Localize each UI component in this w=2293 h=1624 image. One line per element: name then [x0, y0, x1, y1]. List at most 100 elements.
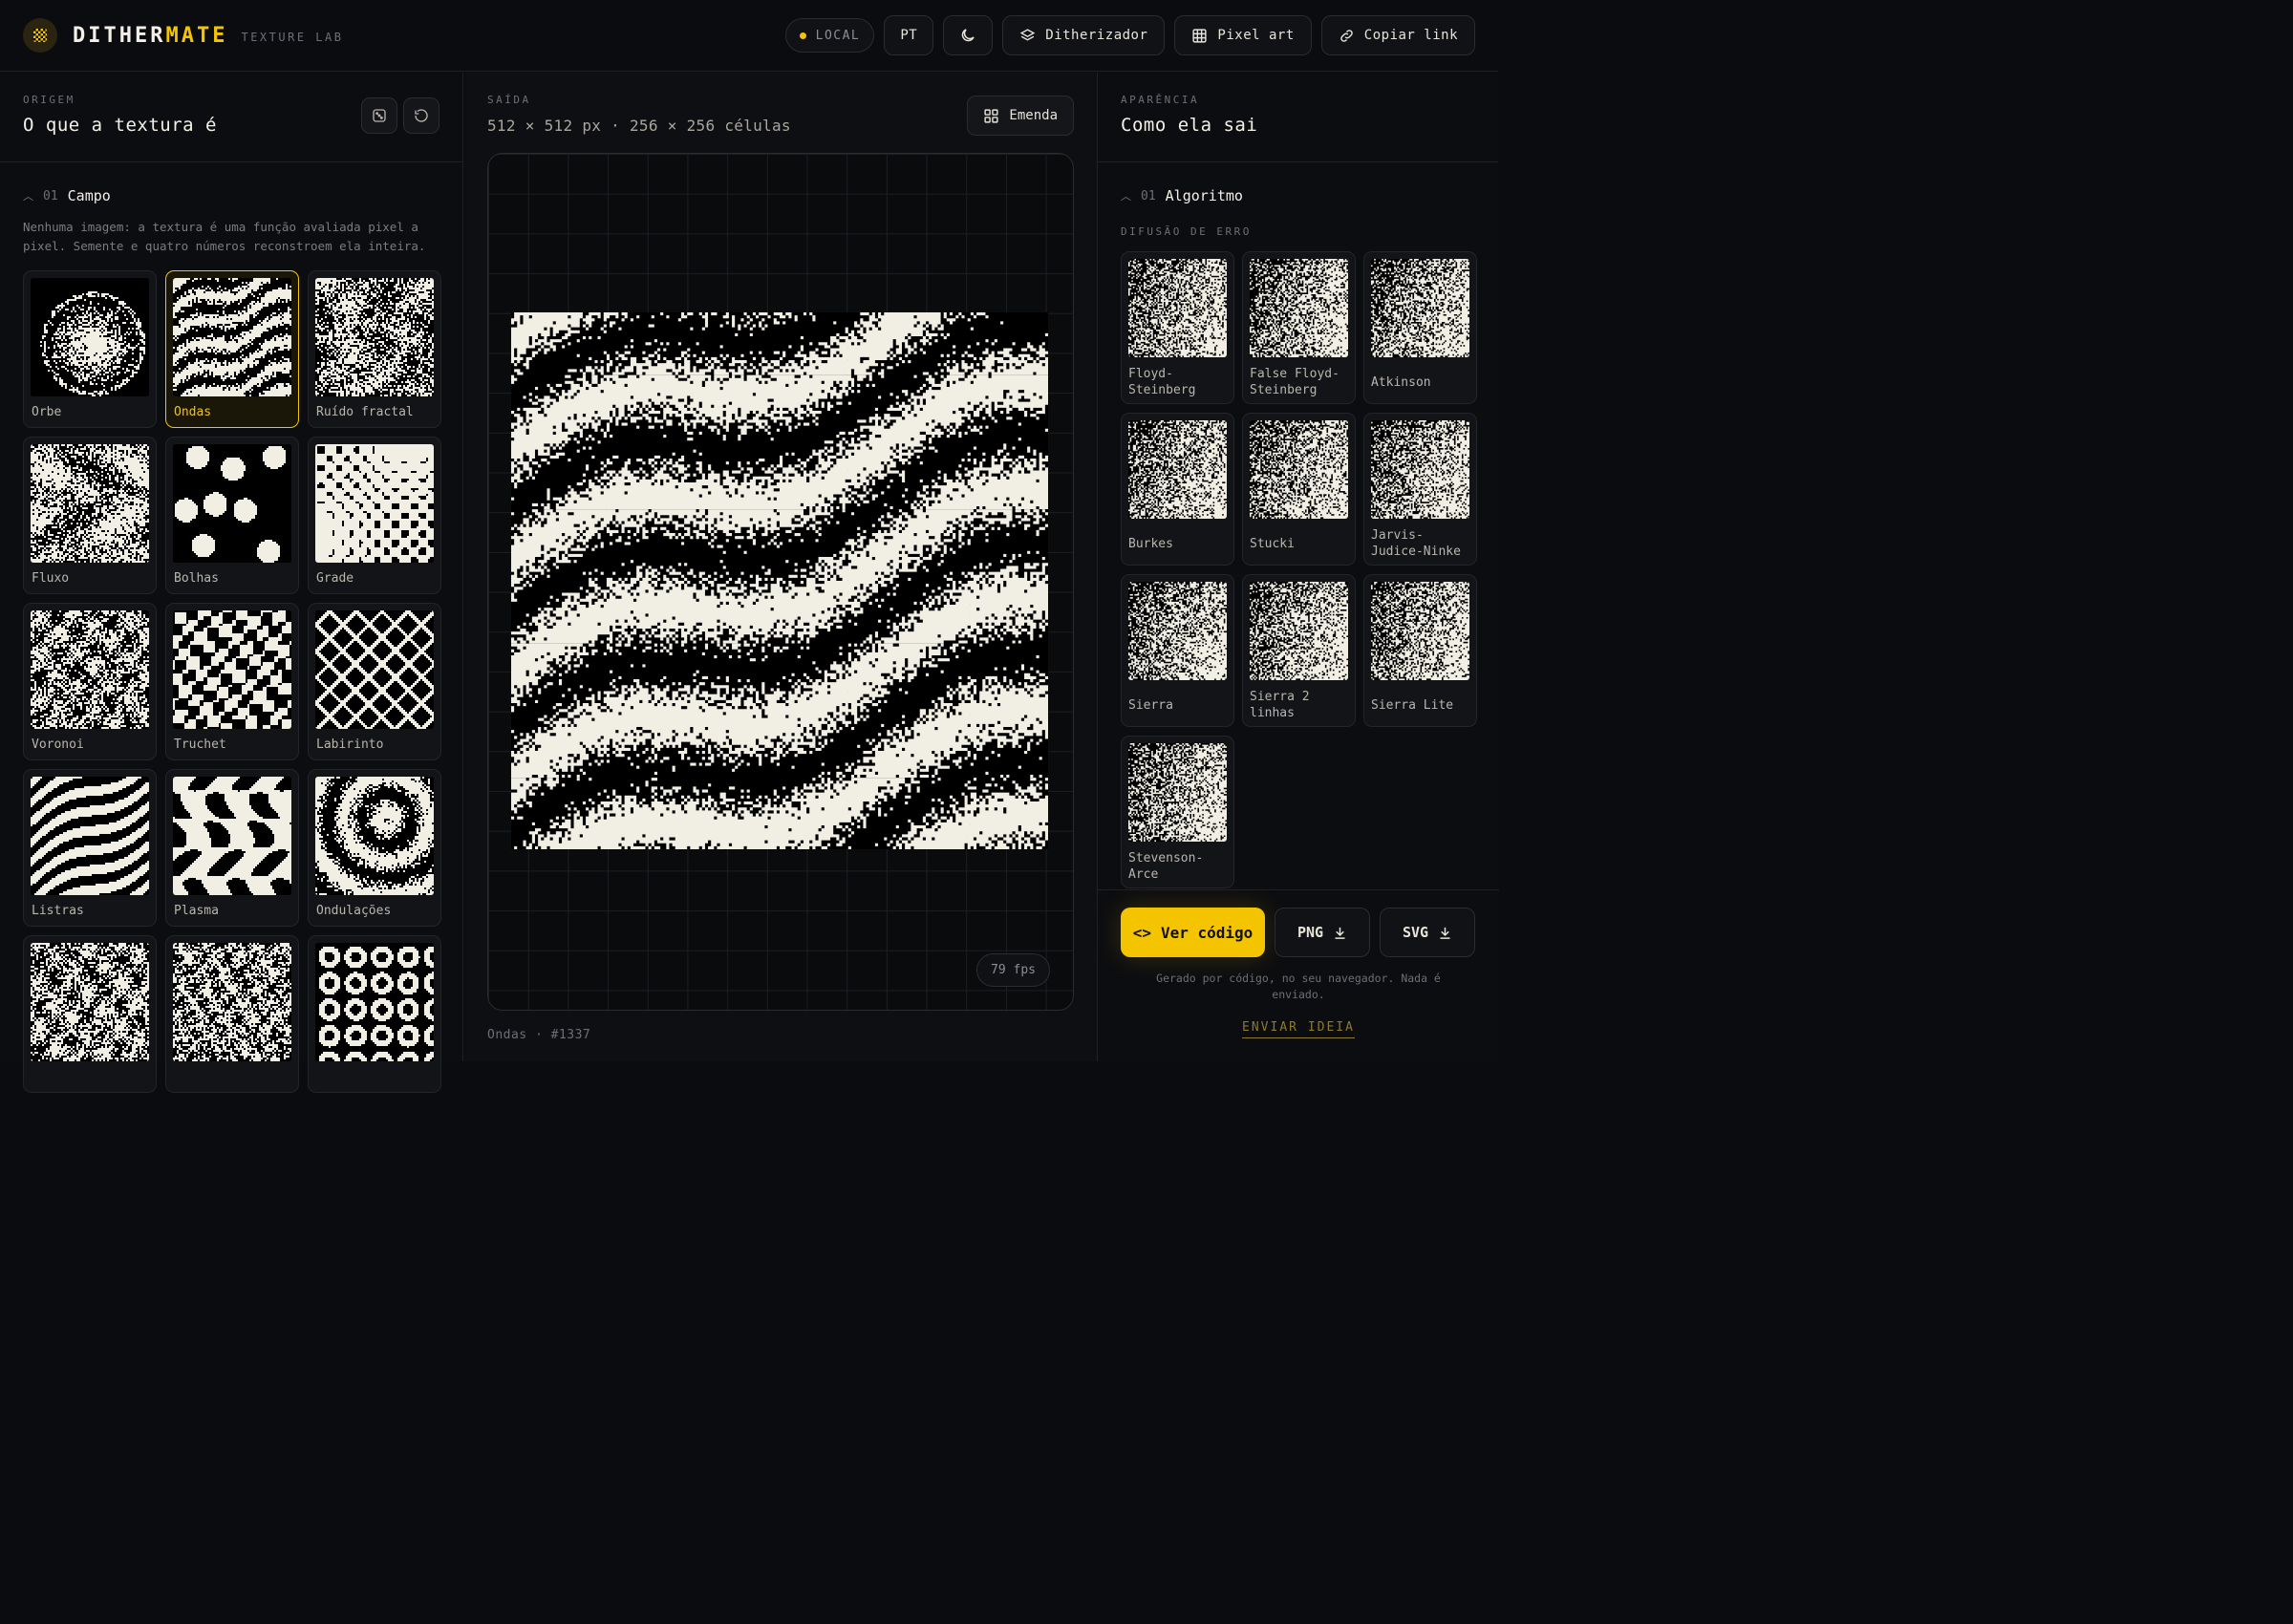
bubbles-thumbnail — [173, 444, 291, 563]
fractal-noise-thumbnail — [315, 278, 434, 396]
noise-b-thumbnail — [173, 943, 291, 1061]
texture-caption: Ondas · #1337 — [487, 1028, 591, 1042]
code-icon: <> — [1132, 923, 1151, 942]
top-bar: DITHERMATE TEXTURE LAB LOCAL PT Ditheriz… — [0, 0, 1498, 72]
field-card-label: Ruído fractal — [316, 405, 414, 419]
ripples-thumbnail — [315, 777, 434, 895]
brand-subtitle: TEXTURE LAB — [241, 31, 344, 44]
grid-icon — [1192, 28, 1208, 43]
field-card-truchet[interactable]: Truchet — [165, 603, 299, 760]
algorithm-preview — [1128, 420, 1227, 519]
link-icon — [1340, 29, 1353, 42]
status-dot-icon — [799, 32, 806, 39]
randomize-button[interactable] — [361, 97, 397, 134]
truchet-thumbnail — [173, 610, 291, 729]
field-section-toggle[interactable]: ︿ 01 Campo — [0, 162, 462, 204]
orb-thumbnail — [31, 278, 149, 396]
algorithm-preview — [1371, 420, 1469, 519]
algorithm-label: False Floyd- Steinberg — [1250, 367, 1339, 397]
field-card-label: Listras — [32, 904, 84, 918]
grid-thumbnail — [315, 444, 434, 563]
field-card-flow[interactable]: Fluxo — [23, 437, 157, 594]
algorithm-label: Floyd- Steinberg — [1128, 367, 1196, 397]
algorithm-label: Sierra 2 linhas — [1250, 690, 1310, 720]
reset-icon — [415, 109, 428, 122]
algorithm-label: Stucki — [1250, 536, 1295, 551]
status-badge: LOCAL — [784, 18, 875, 53]
field-grid: Orbe Ondas Ruído fractal Fluxo Bolhas Grade Vo… — [0, 255, 462, 1093]
dice-icon — [373, 109, 386, 122]
field-card-grid[interactable]: Grade — [308, 437, 441, 594]
download-icon — [1440, 927, 1450, 939]
language-button[interactable]: PT — [884, 15, 934, 55]
png-download-button[interactable]: PNG — [1275, 908, 1370, 957]
brand-name: DITHERMATE — [73, 23, 228, 48]
layers-icon — [1019, 28, 1036, 41]
field-card-label: Plasma — [174, 904, 219, 918]
appearance-eyebrow: APARÊNCIA — [1121, 94, 1200, 106]
ditherizer-button[interactable]: Ditherizador — [1002, 15, 1166, 55]
algorithm-card[interactable]: False Floyd- Steinberg — [1242, 251, 1356, 404]
svg-download-button[interactable]: SVG — [1380, 908, 1475, 957]
algorithm-label: Sierra — [1128, 697, 1173, 713]
waves-thumbnail — [173, 278, 291, 396]
algorithm-preview — [1250, 259, 1348, 357]
algorithm-section-toggle[interactable]: ︿ 01 Algoritmo — [1098, 162, 1498, 204]
origin-panel: ORIGEM O que a textura é ︿ 01 Campo Nenh… — [0, 73, 463, 1093]
download-icon — [1335, 927, 1345, 939]
error-diffusion-heading: DIFUSÃO DE ERRO — [1121, 225, 1252, 238]
noise-a-thumbnail — [31, 943, 149, 1061]
algorithm-preview — [1128, 259, 1227, 357]
stripes-thumbnail — [31, 777, 149, 895]
field-card-fractal-noise[interactable]: Ruído fractal — [308, 270, 441, 428]
algorithm-label: Sierra Lite — [1371, 697, 1454, 713]
algorithm-label: Stevenson- Arce — [1128, 851, 1204, 882]
algorithm-preview — [1128, 582, 1227, 680]
flow-thumbnail — [31, 444, 149, 563]
privacy-note: Gerado por código, no seu navegador. Nad… — [1156, 972, 1441, 1001]
field-card-plasma[interactable]: Plasma — [165, 769, 299, 927]
field-card-bubbles[interactable]: Bolhas — [165, 437, 299, 594]
algorithm-card[interactable]: Atkinson — [1363, 251, 1477, 404]
voronoi-thumbnail — [31, 610, 149, 729]
field-card-label: Ondas — [174, 405, 212, 419]
field-card-ripples[interactable]: Ondulações — [308, 769, 441, 927]
field-card-maze[interactable]: Labirinto — [308, 603, 441, 760]
field-card-stripes[interactable]: Listras — [23, 769, 157, 927]
copy-link-button[interactable]: Copiar link — [1320, 15, 1475, 55]
algorithm-label: Jarvis- Judice-Ninke — [1371, 528, 1461, 559]
field-card-noise-a[interactable] — [23, 935, 157, 1093]
reset-button[interactable] — [403, 97, 439, 134]
algorithm-card[interactable]: Sierra Lite — [1363, 574, 1477, 727]
rings-thumbnail — [315, 943, 434, 1061]
send-idea-link[interactable]: ENVIAR IDEIA — [1098, 1020, 1499, 1038]
algorithm-card[interactable]: Floyd- Steinberg — [1121, 251, 1234, 404]
field-card-voronoi[interactable]: Voronoi — [23, 603, 157, 760]
algorithm-card[interactable]: Sierra 2 linhas — [1242, 574, 1356, 727]
field-card-orb[interactable]: Orbe — [23, 270, 157, 428]
algorithm-preview — [1250, 420, 1348, 519]
algorithm-card[interactable]: Sierra — [1121, 574, 1234, 727]
algorithm-card[interactable]: Jarvis- Judice-Ninke — [1363, 413, 1477, 566]
algorithm-card[interactable]: Burkes — [1121, 413, 1234, 566]
moon-icon — [962, 29, 975, 42]
field-card-label: Labirinto — [316, 737, 384, 752]
field-card-label: Grade — [316, 571, 354, 586]
field-card-label: Truchet — [174, 737, 226, 752]
theme-toggle-button[interactable] — [943, 15, 994, 55]
field-card-rings[interactable] — [308, 935, 441, 1093]
field-card-label: Bolhas — [174, 571, 219, 586]
algorithm-preview — [1371, 582, 1469, 680]
field-card-waves[interactable]: Ondas — [165, 270, 299, 428]
field-description: Nenhuma imagem: a textura é uma função a… — [23, 220, 426, 253]
algorithm-preview — [1371, 259, 1469, 357]
field-card-noise-b[interactable] — [165, 935, 299, 1093]
preview-canvas[interactable]: 79 fps — [487, 153, 1074, 1011]
pixel-art-button[interactable]: Pixel art — [1174, 15, 1312, 55]
view-code-button[interactable]: <> Ver código — [1121, 908, 1265, 957]
seam-button[interactable]: Emenda — [967, 96, 1074, 136]
algorithm-card[interactable]: Stucki — [1242, 413, 1356, 566]
algorithm-preview — [1250, 582, 1348, 680]
field-card-label: Orbe — [32, 405, 62, 419]
algorithm-card[interactable]: Stevenson- Arce — [1121, 736, 1234, 888]
